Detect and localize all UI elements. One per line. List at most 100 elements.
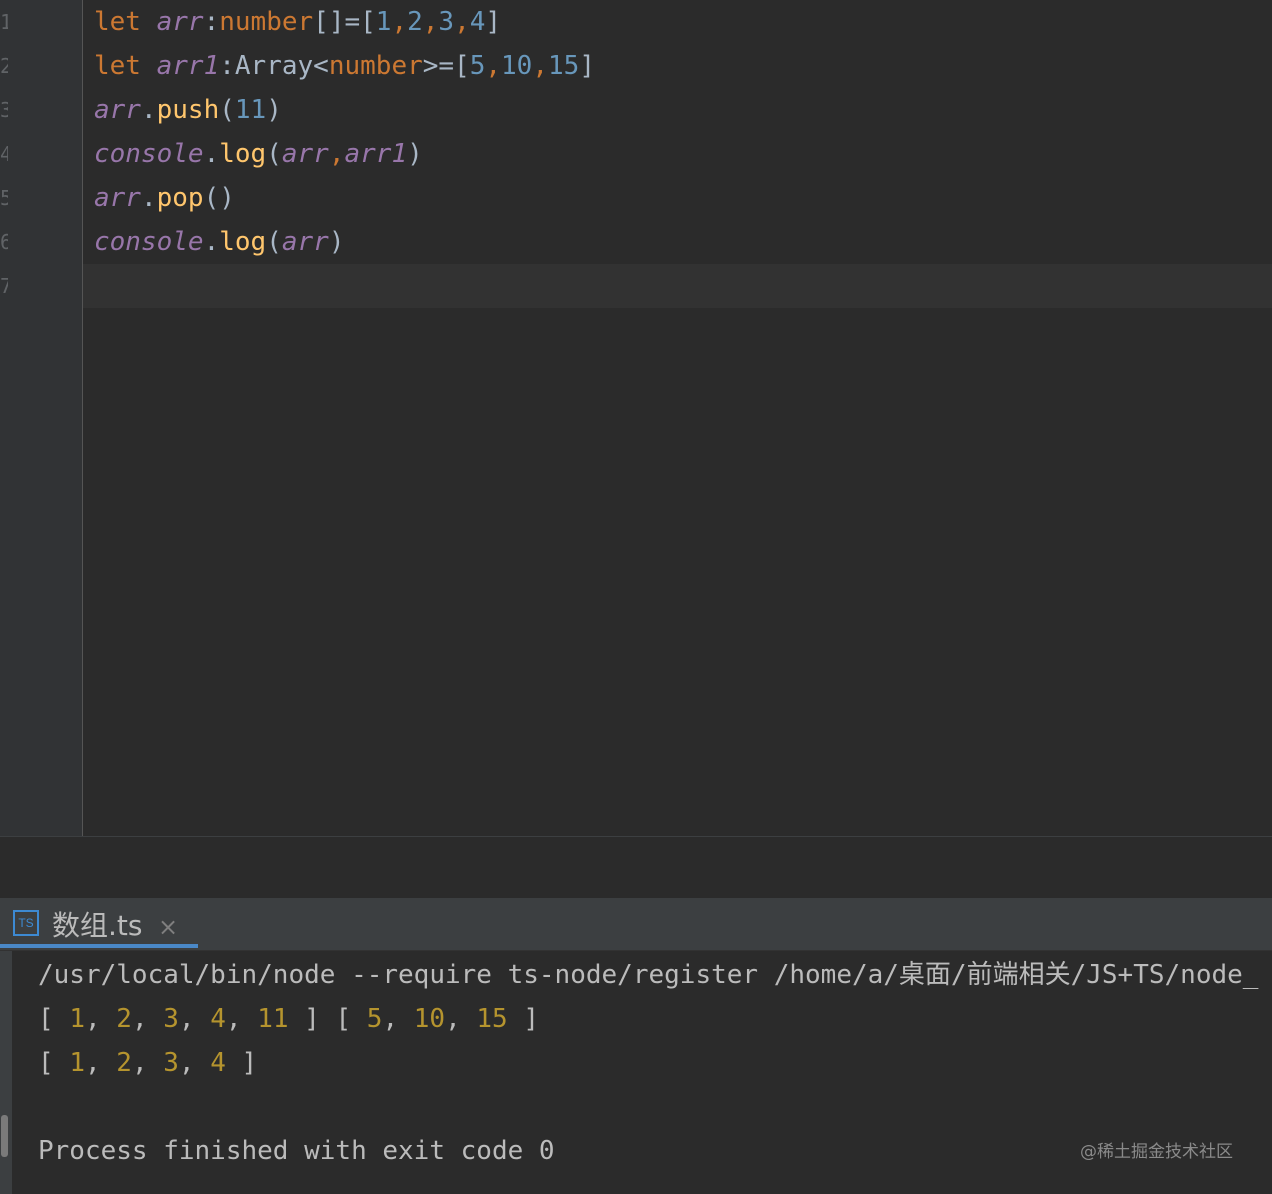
code-token: console — [94, 227, 204, 257]
line-number: 4 — [0, 142, 8, 166]
console-token: 15 — [476, 1004, 508, 1034]
code-token: 15 — [548, 51, 580, 81]
code-line[interactable]: arr.pop() — [94, 176, 235, 220]
line-number: 6 — [0, 230, 8, 254]
code-token: . — [203, 139, 220, 169]
console-token: 1 — [69, 1048, 85, 1078]
code-token: let — [94, 7, 157, 37]
code-token: arr — [281, 139, 329, 169]
close-icon[interactable]: × — [158, 910, 178, 944]
console-line: /usr/local/bin/node --require ts-node/re… — [38, 953, 1258, 997]
code-token: console — [94, 139, 204, 169]
code-token: arr — [94, 183, 141, 213]
code-token: , — [454, 7, 470, 37]
code-token: number — [328, 51, 423, 81]
console-toolbar-strip — [0, 951, 12, 1194]
code-token: arr — [94, 95, 141, 125]
code-token: 3 — [438, 7, 455, 37]
console-token: ] [ — [288, 1004, 367, 1034]
console-token: ] — [225, 1048, 258, 1078]
line-number: 7 — [0, 274, 8, 298]
code-token: pop — [156, 183, 204, 213]
line-number: 1 — [0, 10, 8, 34]
console-token: 5 — [366, 1004, 383, 1034]
line-number: 5 — [0, 186, 8, 210]
console-token: , — [84, 1048, 117, 1078]
code-line[interactable]: let arr:number[]=[1,2,3,4] — [94, 0, 501, 44]
code-token: push — [156, 95, 220, 125]
console-token: , — [382, 1004, 414, 1034]
run-tab-label[interactable]: 数组.ts — [52, 906, 142, 946]
code-line[interactable]: let arr1:Array<number>=[5,10,15] — [94, 44, 595, 88]
code-editor[interactable]: 1 2 3 4 5 6 7 let arr:number[]=[1,2,3,4]… — [0, 0, 1272, 836]
console-token: 3 — [163, 1048, 179, 1078]
console-token: 10 — [413, 1004, 446, 1034]
console-token: 3 — [163, 1004, 179, 1034]
code-token: 4 — [469, 7, 486, 37]
line-number-gutter: 1 2 3 4 5 6 7 — [0, 0, 83, 836]
code-token: ( — [266, 227, 282, 257]
code-token: , — [328, 139, 345, 169]
console-line: [ 1, 2, 3, 4 ] — [38, 1041, 257, 1085]
console-token: , — [178, 1048, 211, 1078]
code-token: log — [219, 139, 267, 169]
code-token: , — [532, 51, 548, 81]
console-scrollbar-thumb[interactable] — [1, 1115, 8, 1157]
run-tab-bar — [0, 898, 1272, 951]
code-token: >=[ — [422, 51, 470, 81]
console-token: 11 — [257, 1004, 289, 1034]
line-number: 3 — [0, 98, 8, 122]
console-token: , — [445, 1004, 477, 1034]
code-token: []=[ — [313, 7, 376, 37]
code-token: number — [219, 7, 314, 37]
code-token: arr1 — [156, 51, 220, 81]
code-token: 11 — [234, 95, 267, 125]
code-token: , — [391, 7, 408, 37]
panel-separator[interactable] — [0, 836, 1272, 899]
console-token: , — [225, 1004, 258, 1034]
code-line[interactable]: console.log(arr,arr1) — [94, 132, 423, 176]
code-token: arr — [156, 7, 204, 37]
code-token: ] — [579, 51, 595, 81]
console-line: Process finished with exit code 0 — [38, 1129, 555, 1173]
console-token: , — [131, 1004, 164, 1034]
code-token: ( — [219, 95, 235, 125]
code-line[interactable]: arr.push(11) — [94, 88, 282, 132]
code-token: arr — [281, 227, 329, 257]
console-line: [ 1, 2, 3, 4, 11 ] [ 5, 10, 15 ] — [38, 997, 539, 1041]
console-token: [ — [38, 1004, 70, 1034]
code-token: . — [140, 95, 157, 125]
code-token: 10 — [501, 51, 533, 81]
code-token: ( — [266, 139, 282, 169]
code-token: ) — [407, 139, 423, 169]
code-token: , — [422, 7, 439, 37]
code-token: ) — [266, 95, 282, 125]
code-token: arr1 — [344, 139, 408, 169]
console-token: ] — [507, 1004, 539, 1034]
line-number: 2 — [0, 54, 8, 78]
code-token: let — [94, 51, 157, 81]
code-token: log — [219, 227, 267, 257]
console-token: 2 — [116, 1004, 132, 1034]
code-token: 1 — [375, 7, 392, 37]
console-token: 1 — [69, 1004, 85, 1034]
console-token: , — [84, 1004, 117, 1034]
console-token: 4 — [210, 1048, 226, 1078]
code-token: . — [203, 227, 220, 257]
code-token: :Array< — [219, 51, 329, 81]
watermark: @稀土掘金技术社区 — [1080, 1142, 1233, 1162]
code-token: . — [140, 183, 157, 213]
code-line[interactable]: console.log(arr) — [94, 220, 344, 264]
console-token: 4 — [210, 1004, 226, 1034]
console-token: , — [131, 1048, 164, 1078]
console-token: , — [178, 1004, 211, 1034]
typescript-file-icon: TS — [13, 910, 39, 936]
console-token: [ — [38, 1048, 70, 1078]
code-token: ] — [485, 7, 502, 37]
code-token: ) — [328, 227, 345, 257]
console-token: 2 — [116, 1048, 132, 1078]
code-token: 5 — [469, 51, 486, 81]
current-line-highlight — [83, 264, 1272, 308]
code-token: : — [203, 7, 220, 37]
code-token: () — [203, 183, 235, 213]
